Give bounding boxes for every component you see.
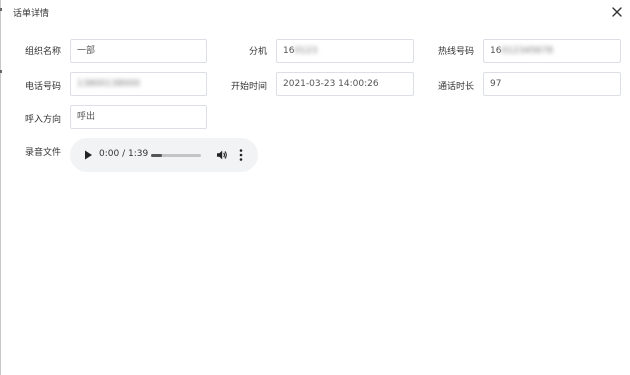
org-name-value: 一部: [77, 46, 96, 56]
phone-value-obscured: 13800138000: [77, 79, 140, 89]
direction-value: 呼出: [77, 112, 96, 122]
dialog-header: 话单详情: [0, 0, 630, 26]
duration-value: 97: [490, 79, 502, 89]
call-detail-dialog: 话单详情 组织名称 一部 分机 160123 热线号码 16012345678 …: [0, 0, 630, 375]
volume-icon[interactable]: [216, 149, 228, 161]
hotline-value: 16: [490, 46, 502, 56]
start-time-value: 2021-03-23 14:00:26: [283, 79, 379, 89]
audio-player: 0:00 / 1:39: [70, 138, 258, 172]
dialog-title: 话单详情: [13, 9, 50, 19]
extension-value: 16: [283, 46, 295, 56]
duration-label: 通话时长: [437, 82, 474, 92]
audio-seek-progress: [151, 154, 162, 157]
hotline-field[interactable]: 16012345678: [483, 39, 621, 63]
extension-field[interactable]: 160123: [276, 39, 414, 63]
left-window-edge: [0, 0, 1, 375]
play-icon[interactable]: [82, 149, 94, 161]
hotline-value-obscured: 012345678: [501, 46, 553, 56]
org-name-field[interactable]: 一部: [70, 39, 207, 63]
hotline-label: 热线号码: [437, 47, 474, 57]
direction-label: 呼入方向: [24, 115, 61, 125]
direction-field[interactable]: 呼出: [70, 105, 207, 129]
start-time-label: 开始时间: [230, 82, 267, 92]
more-vertical-icon[interactable]: [236, 148, 246, 162]
duration-field[interactable]: 97: [483, 72, 621, 96]
phone-label: 电话号码: [24, 82, 61, 92]
close-icon[interactable]: [610, 5, 624, 19]
extension-label: 分机: [248, 47, 267, 57]
audio-seek-bar[interactable]: [151, 154, 201, 157]
recording-label: 录音文件: [24, 148, 61, 158]
audio-time: 0:00 / 1:39: [99, 149, 149, 159]
extension-value-obscured: 0123: [294, 46, 318, 56]
start-time-field[interactable]: 2021-03-23 14:00:26: [276, 72, 414, 96]
phone-field[interactable]: 13800138000: [70, 72, 207, 96]
left-edge-mark: [0, 70, 2, 73]
org-name-label: 组织名称: [24, 47, 61, 57]
